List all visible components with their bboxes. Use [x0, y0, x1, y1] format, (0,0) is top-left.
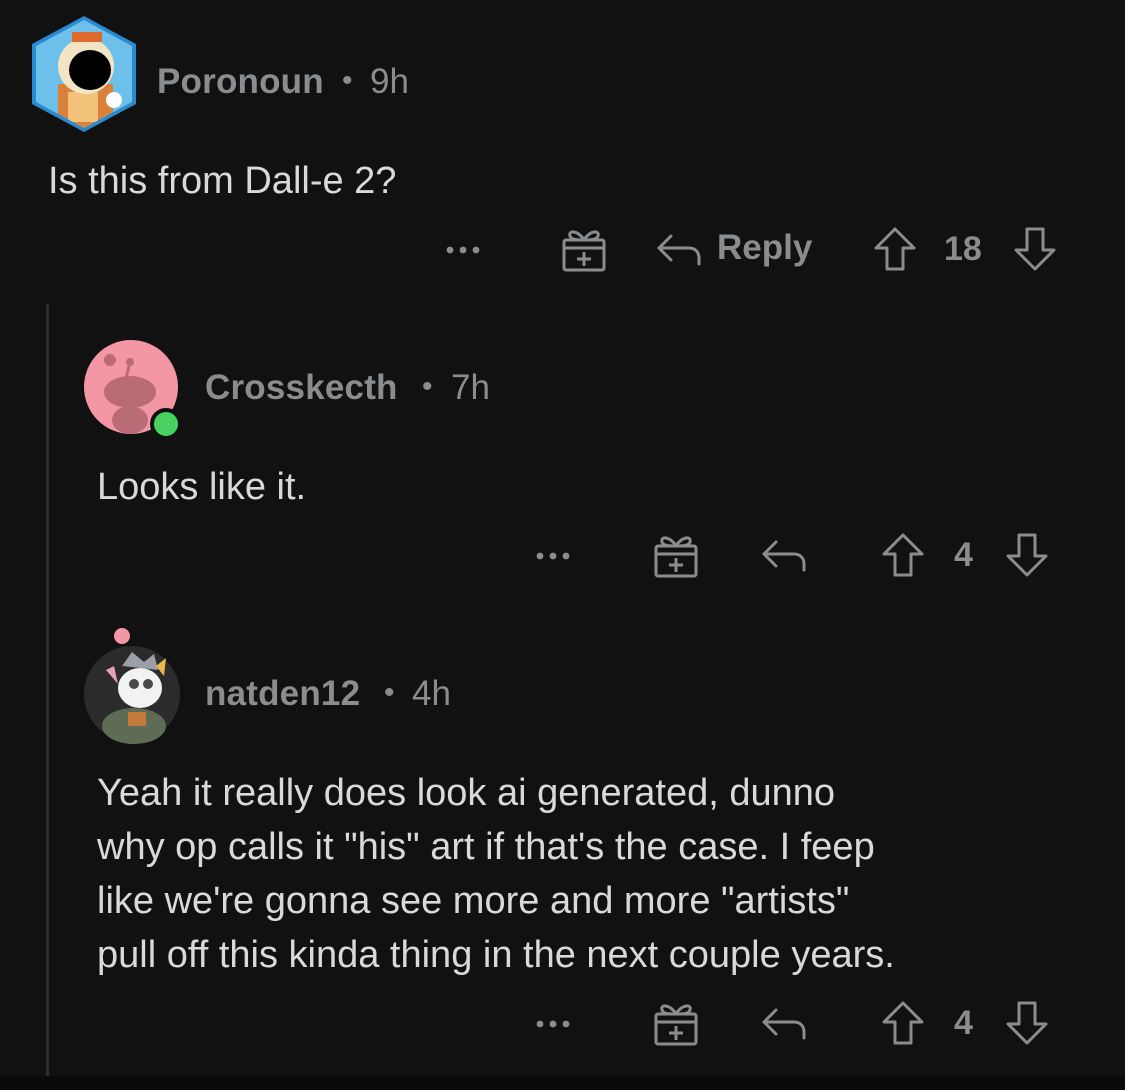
more-options-icon	[446, 246, 480, 254]
downvote-arrow-icon	[1014, 227, 1056, 271]
comment-body: Is this from Dall-e 2?	[48, 154, 396, 208]
comment-line: why op calls it "his" art if that's the …	[97, 826, 875, 868]
reply-button[interactable]	[760, 532, 808, 578]
comment-body: Looks like it.	[97, 460, 306, 514]
online-indicator	[150, 408, 182, 440]
award-button[interactable]	[652, 532, 700, 578]
comment-line: pull off this kinda thing in the next co…	[97, 934, 895, 976]
thread-line[interactable]	[46, 304, 49, 1076]
timestamp: 9h	[370, 62, 409, 101]
vote-score: 18	[944, 230, 982, 268]
reply-arrow-icon	[762, 1008, 806, 1040]
reply-label: Reply	[717, 228, 813, 267]
comment-line: Yeah it really does look ai generated, d…	[97, 772, 836, 814]
comment-body: Yeah it really does look ai generated, d…	[97, 766, 895, 982]
reply-button[interactable]: Reply	[655, 226, 825, 272]
downvote-button[interactable]	[1004, 1000, 1050, 1046]
award-button[interactable]	[652, 1000, 700, 1046]
downvote-button[interactable]	[1012, 226, 1058, 272]
award-gift-icon	[654, 536, 698, 578]
username[interactable]: Poronoun	[157, 62, 324, 102]
avatar[interactable]	[28, 14, 140, 134]
vote-score: 4	[954, 536, 973, 574]
more-options-icon	[536, 552, 570, 560]
upvote-button[interactable]	[880, 532, 926, 578]
upvote-arrow-icon	[874, 227, 916, 271]
snoo-avatar-icon	[84, 340, 182, 440]
upvote-arrow-icon	[882, 1001, 924, 1045]
bottom-edge	[0, 1076, 1125, 1090]
timestamp: 4h	[412, 674, 451, 713]
award-button[interactable]	[560, 226, 608, 272]
upvote-arrow-icon	[882, 533, 924, 577]
timestamp: 7h	[451, 368, 490, 407]
more-options-icon	[536, 1020, 570, 1028]
avatar-hexagon-icon	[32, 16, 136, 132]
downvote-arrow-icon	[1006, 1001, 1048, 1045]
separator-dot: •	[422, 370, 433, 403]
reply-button[interactable]	[760, 1000, 808, 1046]
award-gift-icon	[654, 1004, 698, 1046]
comment-line: like we're gonna see more and more "arti…	[97, 880, 850, 922]
username[interactable]: natden12	[205, 674, 360, 714]
downvote-arrow-icon	[1006, 533, 1048, 577]
more-options-button[interactable]	[534, 540, 574, 570]
avatar[interactable]	[82, 338, 186, 440]
upvote-button[interactable]	[872, 226, 918, 272]
comment-line: Is this from Dall-e 2?	[48, 160, 397, 202]
avatar-character-icon	[84, 628, 180, 744]
award-gift-icon	[562, 230, 606, 272]
avatar[interactable]	[84, 626, 184, 744]
reply-arrow-icon	[657, 234, 701, 266]
username[interactable]: Crosskecth	[205, 368, 398, 408]
downvote-button[interactable]	[1004, 532, 1050, 578]
more-options-button[interactable]	[444, 234, 484, 264]
reply-arrow-icon	[762, 540, 806, 572]
separator-dot: •	[384, 676, 395, 709]
separator-dot: •	[342, 64, 353, 97]
comment-line: Looks like it.	[97, 466, 307, 508]
more-options-button[interactable]	[534, 1008, 574, 1038]
vote-score: 4	[954, 1004, 973, 1042]
upvote-button[interactable]	[880, 1000, 926, 1046]
